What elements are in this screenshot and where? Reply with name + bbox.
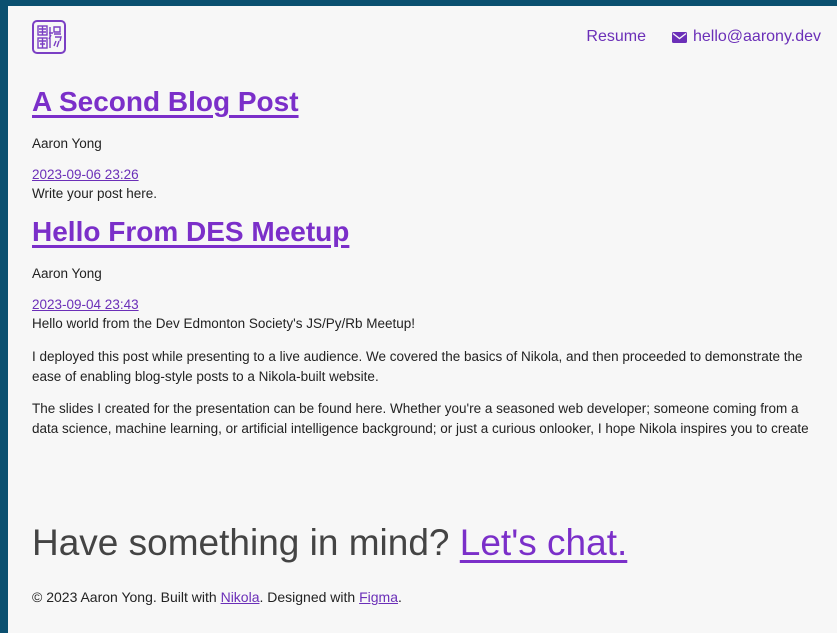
post-title-link[interactable]: Hello From DES Meetup xyxy=(32,216,822,248)
top-nav: Resume hello@aarony.dev xyxy=(586,28,821,46)
page: Resume hello@aarony.dev A Second Blog Po… xyxy=(8,6,837,633)
post-item: A Second Blog Post Aaron Yong 2023-09-06… xyxy=(32,86,822,204)
post-paragraph: The slides I created for the presentatio… xyxy=(32,401,809,437)
footer-figma-link[interactable]: Figma xyxy=(359,589,398,605)
site-header: Resume hello@aarony.dev xyxy=(8,6,837,70)
site-footer: © 2023 Aaron Yong. Built with Nikola. De… xyxy=(32,589,402,605)
post-date-link[interactable]: 2023-09-04 23:43 xyxy=(32,297,822,312)
nav-resume-link[interactable]: Resume xyxy=(586,28,646,46)
post-paragraph: Write your post here. xyxy=(32,186,158,201)
nav-email-link[interactable]: hello@aarony.dev xyxy=(671,28,821,46)
lets-chat-link[interactable]: Let's chat. xyxy=(460,522,628,563)
post-list: A Second Blog Post Aaron Yong 2023-09-06… xyxy=(32,86,822,494)
post-date-link[interactable]: 2023-09-06 23:26 xyxy=(32,167,822,182)
footer-middle: . Designed with xyxy=(259,589,356,605)
footer-nikola-link[interactable]: Nikola xyxy=(221,589,260,605)
post-author: Aaron Yong xyxy=(32,266,102,282)
cta-text: Have something in mind? xyxy=(32,522,450,563)
nav-resume-label: Resume xyxy=(586,28,646,45)
post-item: Hello From DES Meetup Aaron Yong 2023-09… xyxy=(32,216,822,439)
seal-logo-icon[interactable] xyxy=(32,20,66,54)
footer-suffix: . xyxy=(398,589,402,605)
nav-email-label: hello@aarony.dev xyxy=(692,28,821,45)
mail-icon xyxy=(671,31,687,43)
post-paragraph: Hello world from the Dev Edmonton Societ… xyxy=(32,316,415,332)
post-title-link[interactable]: A Second Blog Post xyxy=(32,86,822,118)
contact-cta: Have something in mind? Let's chat. xyxy=(32,522,627,564)
post-author: Aaron Yong xyxy=(32,136,102,151)
post-paragraph: I deployed this post while presenting to… xyxy=(32,348,803,384)
footer-prefix: © 2023 Aaron Yong. Built with xyxy=(32,589,217,605)
